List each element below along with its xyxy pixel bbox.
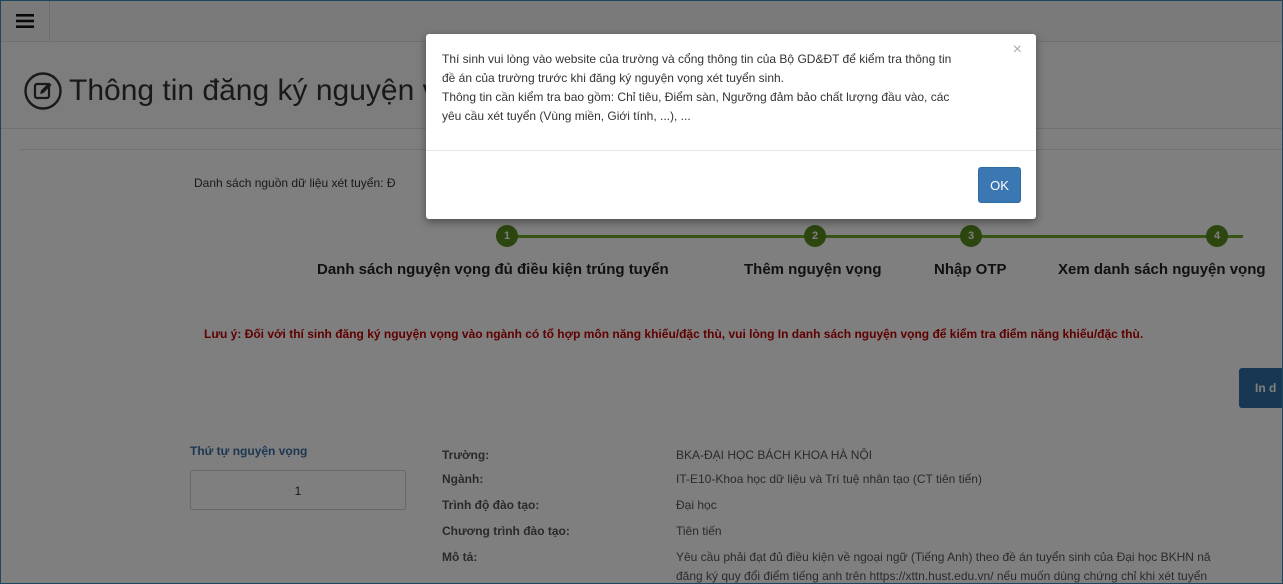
modal-text-line: yêu cầu xét tuyển (Vùng miền, Giới tính,… bbox=[442, 109, 691, 123]
modal-body: Thí sinh vui lòng vào website của trường… bbox=[442, 50, 1012, 126]
modal-text-line: đề án của trường trước khi đăng ký nguyệ… bbox=[442, 71, 784, 85]
modal-text-line: Thí sinh vui lòng vào website của trường… bbox=[442, 52, 952, 66]
modal-divider bbox=[426, 150, 1036, 151]
modal-text-line: Thông tin cần kiểm tra bao gồm: Chỉ tiêu… bbox=[442, 90, 950, 104]
notice-modal: × Thí sinh vui lòng vào website của trườ… bbox=[426, 34, 1036, 219]
close-icon[interactable]: × bbox=[1013, 42, 1022, 58]
ok-button[interactable]: OK bbox=[978, 167, 1021, 203]
